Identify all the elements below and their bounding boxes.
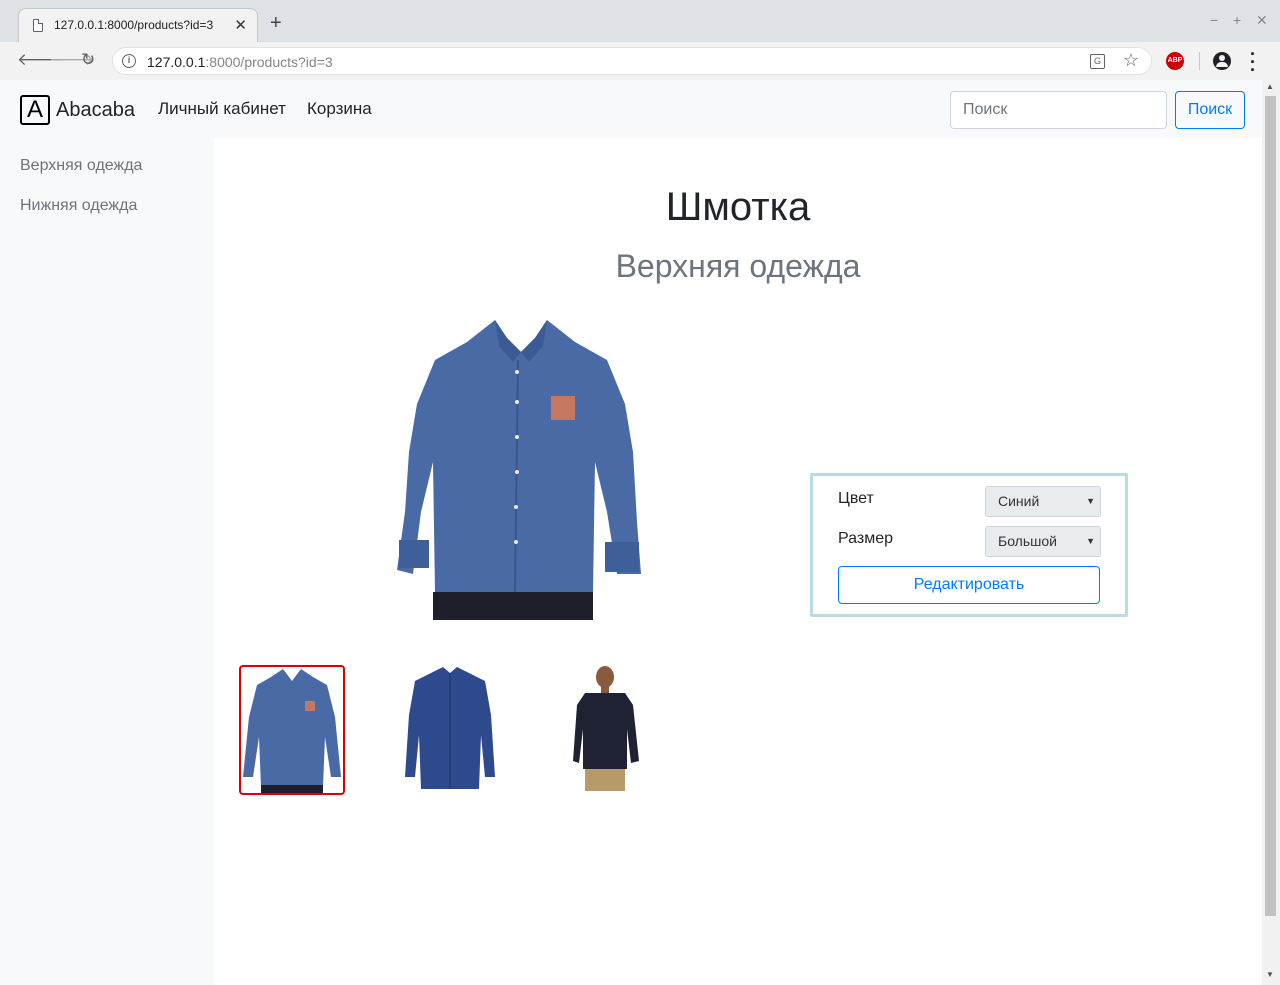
- edit-button[interactable]: Редактировать: [838, 566, 1100, 604]
- new-tab-button[interactable]: +: [270, 12, 282, 35]
- sidebar-item-outerwear[interactable]: Верхняя одежда: [20, 157, 142, 175]
- brand-logo: A: [20, 95, 50, 125]
- size-label: Размер: [838, 530, 893, 547]
- thumbnail-navy-shirt[interactable]: [399, 665, 505, 795]
- address-bar[interactable]: i 127.0.0.1:8000/products?id=3 G ☆: [112, 47, 1152, 75]
- product-main-image: [397, 320, 641, 620]
- browser-chrome: 127.0.0.1:8000/products?id=3 ✕ + − + ✕ 🡐…: [0, 0, 1280, 80]
- scroll-down-icon[interactable]: ▼: [1266, 970, 1274, 979]
- site-info-icon[interactable]: i: [122, 54, 136, 68]
- translate-icon[interactable]: G: [1090, 54, 1105, 69]
- account-icon[interactable]: [1213, 52, 1231, 70]
- browser-toolbar: 🡐 🡒 ↻ i 127.0.0.1:8000/products?id=3 G ☆: [0, 42, 1280, 80]
- tab-title: 127.0.0.1:8000/products?id=3: [54, 18, 214, 32]
- chevron-down-icon: ▼: [1086, 496, 1095, 506]
- site-navbar: A Abacaba Личный кабинет Корзина Поиск П…: [0, 80, 1262, 138]
- chevron-down-icon: ▼: [1086, 536, 1095, 546]
- thumbnail-image: [573, 666, 639, 791]
- search-button[interactable]: Поиск: [1175, 91, 1245, 129]
- sidebar: Верхняя одежда Нижняя одежда: [0, 138, 214, 985]
- size-select[interactable]: Большой ▼: [985, 526, 1101, 557]
- color-select[interactable]: Синий ▼: [985, 486, 1101, 517]
- window-close-icon[interactable]: ✕: [1256, 12, 1268, 29]
- tab-strip: 127.0.0.1:8000/products?id=3 ✕ + − + ✕: [0, 0, 1280, 42]
- thumbnail-man-in-dark-shirt[interactable]: [559, 665, 665, 795]
- color-select-value: Синий: [998, 493, 1040, 509]
- reload-icon[interactable]: ↻: [81, 50, 95, 70]
- adblock-icon[interactable]: ABP: [1166, 52, 1184, 70]
- scrollbar-thumb[interactable]: [1265, 96, 1276, 916]
- nav-link-account[interactable]: Личный кабинет: [158, 99, 286, 119]
- product-title: Шмотка: [665, 185, 811, 229]
- url-text[interactable]: 127.0.0.1:8000/products?id=3: [147, 54, 333, 70]
- scrollbar[interactable]: ▲ ▼: [1262, 80, 1280, 985]
- bookmark-star-icon[interactable]: ☆: [1123, 50, 1139, 71]
- product-category: Верхняя одежда: [615, 248, 861, 284]
- brand-name: Abacaba: [56, 98, 135, 121]
- thumbnail-blue-shirt-pocket[interactable]: [239, 665, 345, 795]
- tab-close-icon[interactable]: ✕: [234, 16, 247, 34]
- color-label: Цвет: [838, 490, 874, 507]
- maximize-icon[interactable]: +: [1233, 12, 1241, 28]
- scroll-up-icon[interactable]: ▲: [1266, 82, 1274, 91]
- size-select-value: Большой: [998, 533, 1057, 549]
- search-input[interactable]: Поиск: [950, 91, 1167, 129]
- minimize-icon[interactable]: −: [1210, 12, 1218, 28]
- browser-tab[interactable]: 127.0.0.1:8000/products?id=3 ✕: [18, 8, 258, 42]
- thumbnail-image: [405, 667, 495, 789]
- nav-link-cart[interactable]: Корзина: [307, 99, 372, 119]
- page: A Abacaba Личный кабинет Корзина Поиск П…: [0, 80, 1262, 985]
- page-icon: [33, 19, 43, 32]
- thumbnail-image: [243, 669, 341, 793]
- menu-icon[interactable]: · · ·: [1250, 45, 1256, 79]
- product-options-card: Цвет Синий ▼ Размер Большой ▼ Редактиров…: [810, 473, 1128, 617]
- toolbar-divider: [1199, 52, 1200, 70]
- sidebar-item-underwear[interactable]: Нижняя одежда: [20, 197, 137, 215]
- brand[interactable]: A Abacaba: [20, 95, 135, 125]
